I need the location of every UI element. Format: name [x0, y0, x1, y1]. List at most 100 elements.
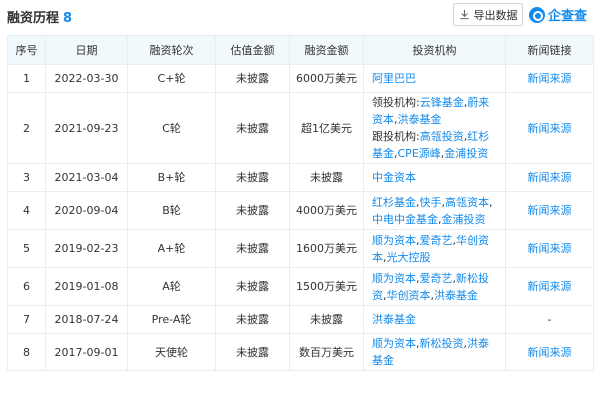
row-investors: 洪泰基金	[363, 305, 506, 334]
row-investors: 顺为资本,新松投资,洪泰基金	[363, 333, 506, 371]
investor-link[interactable]: 新松投资	[420, 337, 464, 350]
row-date: 2020-09-04	[45, 191, 128, 230]
row-round: A轮	[127, 267, 216, 306]
row-investors: 阿里巴巴	[363, 64, 506, 93]
investor-link[interactable]: 中电中金基金	[372, 213, 438, 226]
row-valuation: 未披露	[215, 333, 290, 371]
investor-link[interactable]: 金浦投资	[442, 213, 486, 226]
row-amount: 6000万美元	[289, 64, 364, 93]
news-source-link[interactable]: 新闻来源	[505, 64, 594, 93]
investor-link[interactable]: 阿里巴巴	[372, 72, 416, 85]
row-investors: 中金资本	[363, 163, 506, 192]
investor-link[interactable]: 爱奇艺	[420, 272, 453, 285]
table-header-row: 序号 日期 融资轮次 估值金额 融资金额 投资机构 新闻链接	[7, 35, 594, 65]
row-valuation: 未披露	[215, 163, 290, 192]
row-index: 8	[7, 333, 46, 371]
row-date: 2022-03-30	[45, 64, 128, 93]
table-row: 2 2021-09-23 C轮 未披露 超1亿美元 领投机构:云锋基金,蔚来资本,洪泰基金…	[7, 92, 594, 164]
investor-link[interactable]: 高瓴投资	[420, 130, 464, 143]
export-data-label: 导出数据	[473, 8, 518, 22]
investor-link[interactable]: 光大控股	[387, 251, 431, 264]
row-index: 2	[7, 92, 46, 164]
investor-link[interactable]: 高瓴资本	[445, 196, 489, 209]
investor-separator: ,	[489, 195, 493, 209]
qcc-logo-icon	[529, 6, 545, 23]
news-source-link[interactable]: 新闻来源	[505, 191, 594, 230]
table-row: 6 2019-01-08 A轮 未披露 1500万美元 顺为资本,爱奇艺,新松投资,华创资…	[7, 267, 594, 306]
section-title: 融资历程 8	[7, 7, 72, 26]
row-valuation: 未披露	[215, 267, 290, 306]
row-amount: 1500万美元	[289, 267, 364, 306]
investor-group-label: 跟投机构:	[372, 130, 420, 143]
row-amount: 数百万美元	[289, 333, 364, 371]
table-body: 1 2022-03-30 C+轮 未披露 6000万美元 阿里巴巴 新闻来源 2 2021-09…	[7, 64, 594, 371]
investor-link[interactable]: 顺为资本	[372, 272, 416, 285]
table-row: 5 2019-02-23 A+轮 未披露 1600万美元 顺为资本,爱奇艺,华创资本,光大…	[7, 229, 594, 268]
col-index-header: 序号	[7, 35, 46, 65]
investor-link[interactable]: CPE源峰	[398, 147, 441, 160]
row-index: 4	[7, 191, 46, 230]
row-amount: 4000万美元	[289, 191, 364, 230]
investor-group: 阿里巴巴	[372, 70, 499, 87]
investor-link[interactable]: 云锋基金	[420, 96, 464, 109]
section-header: 融资历程 8 导出数据 企查查	[0, 0, 600, 33]
row-round: B轮	[127, 191, 216, 230]
investor-link[interactable]: 中金资本	[372, 171, 416, 184]
news-source-link[interactable]: 新闻来源	[505, 163, 594, 192]
investor-group: 跟投机构:高瓴投资,红杉基金,CPE源峰,金浦投资	[372, 128, 499, 162]
row-date: 2019-01-08	[45, 267, 128, 306]
investor-link[interactable]: 洪泰基金	[398, 113, 442, 126]
col-round-header: 融资轮次	[127, 35, 216, 65]
investor-link[interactable]: 洪泰基金	[434, 289, 478, 302]
investor-link[interactable]: 金浦投资	[444, 147, 488, 160]
row-index: 6	[7, 267, 46, 306]
row-index: 7	[7, 305, 46, 334]
row-round: C+轮	[127, 64, 216, 93]
investor-link[interactable]: 红杉基金	[372, 196, 416, 209]
row-round: Pre-A轮	[127, 305, 216, 334]
row-index: 3	[7, 163, 46, 192]
export-data-button[interactable]: 导出数据	[453, 3, 523, 26]
news-source-link[interactable]: 新闻来源	[505, 229, 594, 268]
row-investors: 顺为资本,爱奇艺,华创资本,光大控股	[363, 229, 506, 268]
row-round: 天使轮	[127, 333, 216, 371]
row-index: 5	[7, 229, 46, 268]
table-row: 7 2018-07-24 Pre-A轮 未披露 未披露 洪泰基金 -	[7, 305, 594, 334]
row-round: A+轮	[127, 229, 216, 268]
investor-group: 领投机构:云锋基金,蔚来资本,洪泰基金	[372, 94, 499, 128]
investor-link[interactable]: 洪泰基金	[372, 313, 416, 326]
investor-link[interactable]: 华创资本	[387, 289, 431, 302]
news-source-link[interactable]: 新闻来源	[505, 92, 594, 164]
row-valuation: 未披露	[215, 92, 290, 164]
investor-group: 顺为资本,爱奇艺,新松投资,华创资本,洪泰基金	[372, 270, 499, 304]
investor-link[interactable]: 爱奇艺	[420, 234, 453, 247]
row-index: 1	[7, 64, 46, 93]
row-amount: 未披露	[289, 163, 364, 192]
investor-group-label: 领投机构:	[372, 96, 420, 109]
news-source-link[interactable]: 新闻来源	[505, 333, 594, 371]
news-source-link[interactable]: 新闻来源	[505, 267, 594, 306]
col-amount-header: 融资金额	[289, 35, 364, 65]
row-date: 2017-09-01	[45, 333, 128, 371]
table-row: 3 2021-03-04 B+轮 未披露 未披露 中金资本 新闻来源	[7, 163, 594, 192]
qcc-logo-text: 企查查	[548, 9, 588, 24]
row-round: B+轮	[127, 163, 216, 192]
investor-group: 洪泰基金	[372, 311, 499, 328]
investor-group: 中金资本	[372, 169, 499, 186]
investor-link[interactable]: 快手	[420, 196, 442, 209]
record-count: 8	[63, 11, 73, 26]
col-news-header: 新闻链接	[505, 35, 594, 65]
row-valuation: 未披露	[215, 64, 290, 93]
col-date-header: 日期	[45, 35, 128, 65]
investor-group: 红杉基金,快手,高瓴资本,中电中金基金,金浦投资	[372, 194, 499, 228]
investor-group: 顺为资本,爱奇艺,华创资本,光大控股	[372, 232, 499, 266]
news-empty: -	[505, 305, 594, 334]
row-amount: 未披露	[289, 305, 364, 334]
investor-link[interactable]: 顺为资本	[372, 337, 416, 350]
table-row: 1 2022-03-30 C+轮 未披露 6000万美元 阿里巴巴 新闻来源	[7, 64, 594, 93]
col-valuation-header: 估值金额	[215, 35, 290, 65]
row-valuation: 未披露	[215, 305, 290, 334]
financing-table: 序号 日期 融资轮次 估值金额 融资金额 投资机构 新闻链接 1 2022-03-30 C+轮未…	[7, 35, 594, 371]
row-amount: 1600万美元	[289, 229, 364, 268]
investor-link[interactable]: 顺为资本	[372, 234, 416, 247]
